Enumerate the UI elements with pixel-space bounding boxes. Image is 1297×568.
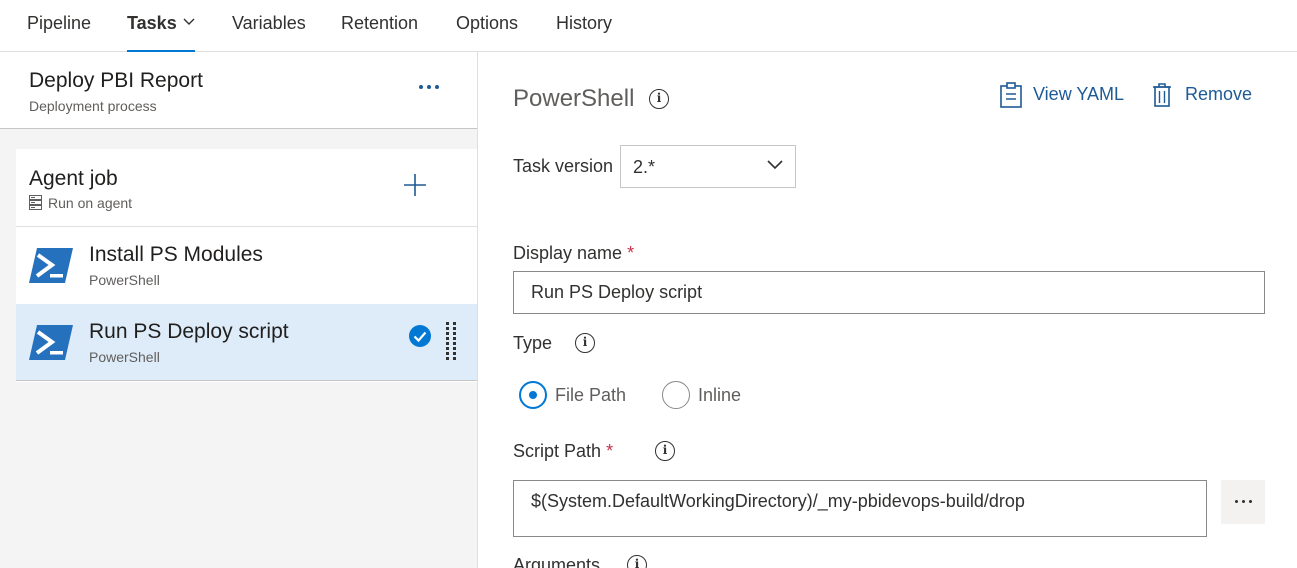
view-yaml-button[interactable]: View YAML	[1000, 82, 1130, 108]
remove-button[interactable]: Remove	[1152, 82, 1262, 108]
powershell-icon	[29, 248, 73, 283]
agent-job-subtitle-text: Run on agent	[48, 195, 133, 211]
display-name-input[interactable]: Run PS Deploy script	[513, 271, 1265, 314]
display-name-label-text: Display name	[513, 243, 623, 263]
chevron-down-icon	[183, 18, 195, 26]
process-subtitle: Deployment process	[29, 98, 157, 114]
agent-job-row[interactable]: Agent job Run on agent	[16, 149, 477, 227]
radio-label: File Path	[555, 385, 627, 405]
add-task-icon[interactable]	[403, 173, 427, 197]
task-title: Run PS Deploy script	[89, 320, 289, 343]
enabled-check-icon[interactable]	[408, 324, 432, 348]
more-options-button[interactable]	[416, 76, 444, 96]
agent-job-subtitle: Run on agent	[29, 195, 132, 211]
display-name-label: Display name *	[513, 243, 634, 264]
chevron-down-icon	[767, 160, 783, 170]
browse-button[interactable]	[1221, 480, 1265, 524]
radio-inline[interactable]: Inline	[662, 381, 752, 409]
agent-job-title: Agent job	[29, 167, 118, 190]
task-list-pane: Deploy PBI Report Deployment process Age…	[0, 52, 478, 568]
task-version-value: 2.*	[633, 157, 656, 177]
server-icon	[29, 195, 42, 211]
powershell-icon	[29, 325, 73, 360]
required-marker: *	[627, 243, 635, 263]
tab-retention[interactable]: Retention	[341, 13, 418, 52]
tab-tasks[interactable]: Tasks	[127, 13, 195, 52]
remove-label: Remove	[1185, 84, 1253, 104]
task-title: Install PS Modules	[89, 243, 263, 266]
drag-handle-icon[interactable]	[445, 321, 457, 361]
info-icon[interactable]: i	[575, 333, 595, 353]
task-version-select[interactable]: 2.*	[620, 145, 796, 188]
script-path-input[interactable]: $(System.DefaultWorkingDirectory)/_my-pb…	[513, 480, 1207, 537]
task-details-pane: PowerShell i View YAML Remove Task versi…	[479, 52, 1297, 568]
info-icon[interactable]: i	[655, 441, 675, 461]
task-type: PowerShell	[89, 272, 160, 288]
arguments-label: Arguments	[513, 555, 601, 568]
required-marker: *	[606, 441, 614, 461]
clipboard-icon	[1000, 82, 1022, 108]
task-version-label: Task version	[513, 156, 614, 176]
pipeline-tabs: Pipeline Tasks Variables Retention Optio…	[0, 0, 1297, 52]
script-path-label: Script Path *	[513, 441, 613, 462]
tab-pipeline[interactable]: Pipeline	[27, 13, 91, 52]
deployment-process-header[interactable]: Deploy PBI Report Deployment process	[0, 52, 477, 129]
process-title: Deploy PBI Report	[29, 69, 203, 92]
jobs-list: Agent job Run on agent Install PS Module…	[16, 149, 477, 382]
task-row-run-ps-deploy-script[interactable]: Run PS Deploy script PowerShell	[16, 304, 477, 381]
tab-history[interactable]: History	[556, 13, 612, 52]
view-yaml-label: View YAML	[1033, 84, 1125, 104]
task-row-install-ps-modules[interactable]: Install PS Modules PowerShell	[16, 227, 477, 304]
trash-icon	[1153, 83, 1171, 107]
tab-tasks-label: Tasks	[127, 13, 177, 33]
radio-file-path[interactable]: File Path	[519, 381, 639, 409]
script-path-label-text: Script Path	[513, 441, 602, 461]
tab-options[interactable]: Options	[456, 13, 518, 52]
radio-label: Inline	[698, 385, 742, 405]
task-detail-title: PowerShell	[513, 85, 635, 112]
tab-variables[interactable]: Variables	[232, 13, 306, 52]
radio-circle	[519, 381, 547, 409]
type-label: Type	[513, 333, 553, 353]
info-icon[interactable]: i	[627, 555, 647, 568]
task-type: PowerShell	[89, 349, 160, 365]
info-icon[interactable]: i	[649, 89, 669, 109]
radio-circle	[662, 381, 690, 409]
